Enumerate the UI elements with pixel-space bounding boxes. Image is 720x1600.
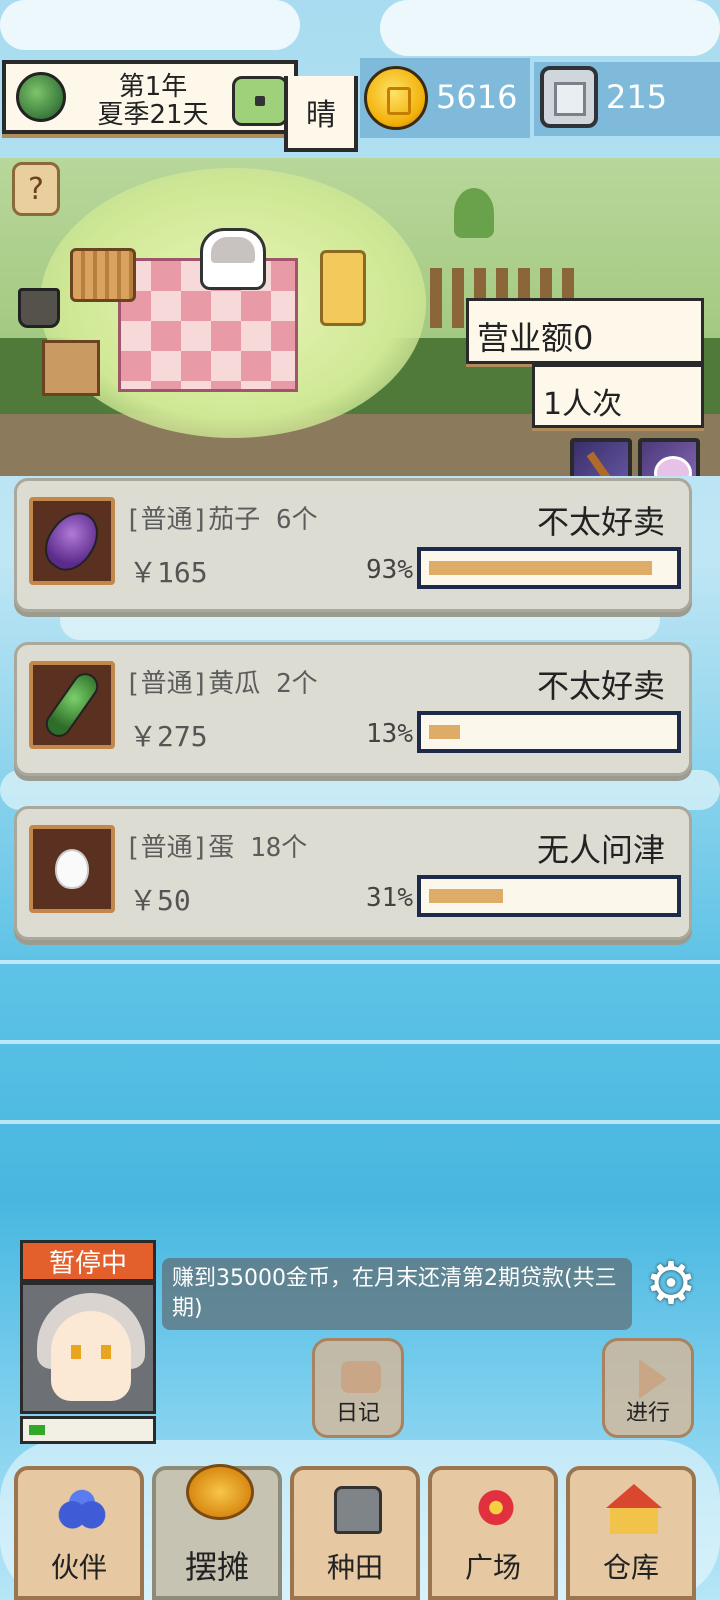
coin-value: 5616 <box>436 78 518 116</box>
help-button[interactable]: ? <box>12 162 60 216</box>
portrait-eye <box>101 1345 111 1359</box>
question-icon: ? <box>28 171 44 207</box>
paused-badge[interactable]: 暂停中 <box>20 1240 156 1282</box>
item-progress-label: 13% <box>366 719 413 749</box>
sea-line <box>0 1040 720 1044</box>
item-progress-bar <box>417 547 681 589</box>
cooking-pot-icon <box>18 288 60 328</box>
nav-farm[interactable]: 种田 <box>290 1466 420 1600</box>
item-card-egg[interactable]: [普通]蛋 18个 无人问津 ￥50 31% <box>14 806 692 940</box>
nav-label: 种田 <box>326 1551 383 1584</box>
item-progress-label: 93% <box>366 555 413 585</box>
date-panel: 第1年 夏季21天 <box>2 60 298 134</box>
item-thumbnail <box>29 825 115 913</box>
cloud <box>0 770 720 810</box>
quest-text: 赚到35000金币，在月末还清第2期贷款(共三期) <box>162 1258 632 1330</box>
item-name: [普通]蛋 18个 <box>125 833 308 863</box>
partners-icon <box>58 1486 106 1534</box>
item-progress-bar <box>417 875 681 917</box>
nav-plaza[interactable]: 广场 <box>428 1466 558 1600</box>
proceed-button[interactable]: 进行 <box>602 1338 694 1438</box>
item-progress-label: 31% <box>366 883 413 913</box>
item-status: 无人问津 <box>536 831 665 869</box>
watering-can-icon <box>334 1486 382 1534</box>
item-name: [普通]茄子 6个 <box>125 505 318 535</box>
date-day: 夏季21天 <box>97 100 209 130</box>
portrait-face <box>51 1311 131 1401</box>
silver-block-icon <box>540 66 598 128</box>
nav-label: 摆摊 <box>184 1548 249 1586</box>
item-status: 不太好卖 <box>536 667 665 705</box>
calendar-button[interactable] <box>232 76 288 126</box>
item-thumbnail <box>29 497 115 585</box>
play-icon <box>639 1359 667 1399</box>
item-thumbnail <box>29 661 115 749</box>
house-icon <box>606 1484 662 1534</box>
gear-icon[interactable]: ⚙ <box>640 1249 702 1317</box>
proceed-label: 进行 <box>625 1401 670 1426</box>
potted-plant-icon <box>454 188 494 238</box>
basket-icon <box>70 248 136 302</box>
eggplant-icon <box>35 502 109 580</box>
cloud <box>380 0 720 56</box>
revenue-label: 营业额0 <box>466 298 704 364</box>
dot-icon <box>255 96 265 106</box>
portrait-eye <box>71 1345 81 1359</box>
cloud <box>0 0 300 50</box>
nav-label: 伙伴 <box>50 1551 107 1584</box>
nav-label: 广场 <box>464 1551 521 1584</box>
silver-counter: 215 <box>534 62 720 136</box>
coin-counter: 5616 <box>360 58 530 138</box>
character-sprite[interactable] <box>200 228 266 290</box>
silver-value: 215 <box>606 78 668 116</box>
carrot-sign-icon <box>42 340 100 396</box>
energy-bar <box>20 1416 156 1444</box>
globe-icon <box>16 72 66 122</box>
nav-storage[interactable]: 仓库 <box>566 1466 696 1600</box>
item-price: ￥275 <box>129 720 208 753</box>
nav-partners[interactable]: 伙伴 <box>14 1466 144 1600</box>
egg-icon <box>55 849 89 889</box>
item-price: ￥50 <box>129 884 191 917</box>
item-progress-fill <box>429 561 652 575</box>
flower-icon <box>472 1486 520 1534</box>
item-progress-bar <box>417 711 681 753</box>
diary-button[interactable]: 日记 <box>312 1338 404 1438</box>
diary-label: 日记 <box>335 1401 380 1426</box>
potion-button[interactable] <box>638 438 700 476</box>
nav-stall[interactable]: 摆摊 <box>152 1464 282 1600</box>
item-card-cucumber[interactable]: [普通]黄瓜 2个 不太好卖 ￥275 13% <box>14 642 692 776</box>
visitor-count: 1人次 <box>532 364 704 428</box>
item-price: ￥165 <box>129 556 208 589</box>
magic-wand-button[interactable] <box>570 438 632 476</box>
sea-line <box>0 1120 720 1124</box>
item-card-eggplant[interactable]: [普通]茄子 6个 不太好卖 ￥165 93% <box>14 478 692 612</box>
nav-label: 仓库 <box>602 1551 659 1584</box>
item-progress-fill <box>429 889 503 903</box>
character-portrait[interactable] <box>20 1282 156 1414</box>
energy-fill <box>29 1425 45 1435</box>
speech-bubble-icon <box>341 1361 381 1393</box>
stall-icon <box>186 1464 254 1520</box>
item-name: [普通]黄瓜 2个 <box>125 669 318 699</box>
cushion-icon <box>320 250 366 326</box>
item-progress-fill <box>429 725 460 739</box>
item-status: 不太好卖 <box>536 503 665 541</box>
sea-line <box>0 960 720 964</box>
cucumber-icon <box>40 668 104 742</box>
gold-coin-icon <box>364 66 428 130</box>
weather-label: 晴 <box>284 76 358 152</box>
stall-scene: ? 营业额0 1人次 <box>0 158 720 476</box>
